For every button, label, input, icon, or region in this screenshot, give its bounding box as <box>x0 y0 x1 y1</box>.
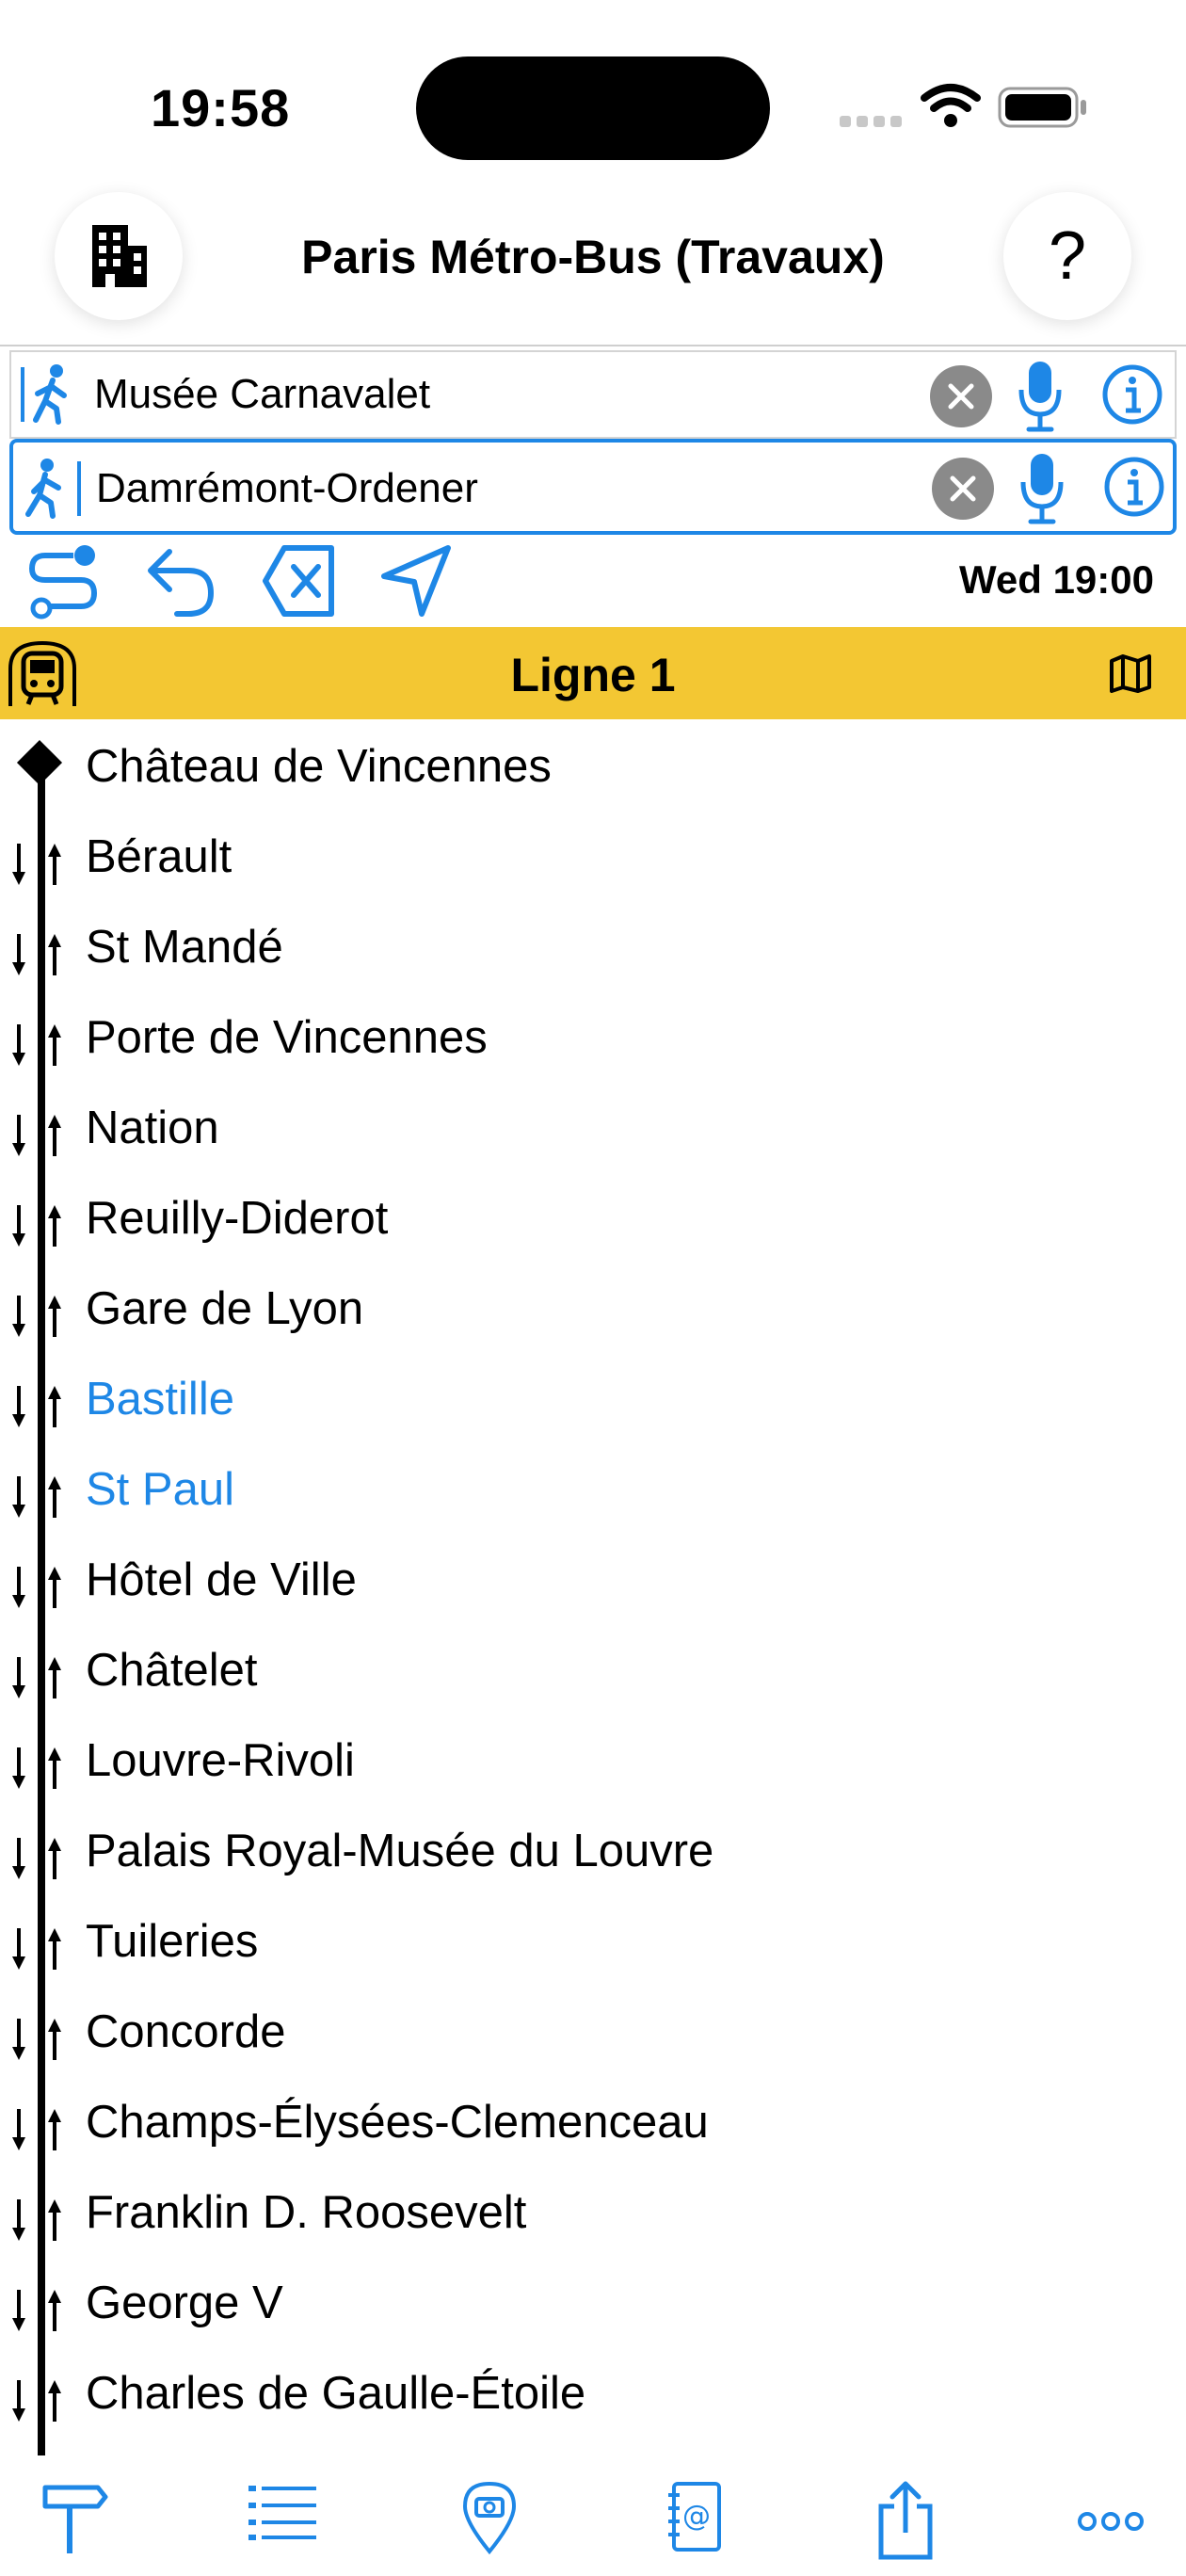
line-header: Ligne 1 <box>0 627 1186 719</box>
svg-text:@: @ <box>682 2500 711 2533</box>
dynamic-island <box>416 56 770 160</box>
stop-name: Franklin D. Roosevelt <box>86 2187 527 2238</box>
status-bar: 19:58 <box>0 0 1186 179</box>
origin-value: Musée Carnavalet <box>94 371 431 417</box>
departure-time[interactable]: Wed 19:00 <box>959 557 1154 603</box>
stop-name: Champs-Élysées-Clemenceau <box>86 2097 709 2148</box>
stop-item[interactable]: Nation <box>0 1085 1186 1175</box>
walking-icon <box>25 459 81 519</box>
help-button[interactable]: ? <box>1003 192 1131 320</box>
status-time: 19:58 <box>151 78 291 137</box>
stop-name: Reuilly-Diderot <box>86 1193 389 1244</box>
stop-name: St Mandé <box>86 922 283 973</box>
direction-arrows-icon <box>12 2290 61 2331</box>
clear-destination-button[interactable] <box>932 458 994 520</box>
direction-arrows-icon <box>12 1476 61 1518</box>
map-icon[interactable] <box>1109 653 1152 693</box>
stop-item[interactable]: St Mandé <box>0 904 1186 994</box>
clear-origin-button[interactable] <box>930 365 992 427</box>
direction-arrows-icon <box>12 1205 61 1247</box>
stop-name: Concorde <box>86 2006 286 2057</box>
stop-item[interactable]: Charles de Gaulle-Étoile <box>0 2350 1186 2440</box>
stop-name: Nation <box>86 1103 219 1153</box>
stop-item[interactable]: Franklin D. Roosevelt <box>0 2169 1186 2260</box>
direction-arrows-icon <box>12 1567 61 1608</box>
stop-name: Châtelet <box>86 1645 258 1696</box>
close-icon <box>950 475 976 502</box>
stop-item[interactable]: Champs-Élysées-Clemenceau <box>0 2079 1186 2169</box>
walking-icon <box>21 364 67 425</box>
stop-name: Porte de Vincennes <box>86 1012 488 1063</box>
stop-item[interactable]: Concorde <box>0 1988 1186 2079</box>
help-label: ? <box>1048 218 1087 294</box>
direction-arrows-icon <box>12 1386 61 1427</box>
wifi-icon <box>921 84 981 127</box>
direction-arrows-icon <box>12 2380 61 2422</box>
stop-name: George V <box>86 2278 283 2328</box>
stop-name: Bastille <box>86 1374 234 1425</box>
location-camera-icon[interactable] <box>461 2480 518 2555</box>
stop-name: St Paul <box>86 1464 234 1515</box>
battery-icon <box>998 87 1086 128</box>
origin-field[interactable]: Musée Carnavalet <box>9 350 1177 439</box>
stop-item[interactable]: St Paul <box>0 1446 1186 1537</box>
stop-item[interactable]: Château de Vincennes <box>0 723 1186 813</box>
direction-arrows-icon <box>12 1928 61 1970</box>
navigation-bar: Paris Métro-Bus (Travaux) ? <box>0 179 1186 346</box>
direction-arrows-icon <box>12 1838 61 1879</box>
stop-item[interactable]: Châtelet <box>0 1627 1186 1717</box>
stop-item[interactable]: Tuileries <box>0 1898 1186 1988</box>
microphone-icon[interactable] <box>1017 360 1064 433</box>
delete-icon[interactable] <box>262 542 337 620</box>
stop-item[interactable]: Louvre-Rivoli <box>0 1717 1186 1808</box>
direction-arrows-icon <box>12 1747 61 1789</box>
microphone-icon[interactable] <box>1018 452 1066 525</box>
info-icon[interactable] <box>1103 456 1165 518</box>
line-title: Ligne 1 <box>510 649 676 701</box>
stop-item[interactable]: Bérault <box>0 813 1186 904</box>
stop-item[interactable]: Bastille <box>0 1356 1186 1446</box>
direction-arrows-icon <box>12 1296 61 1337</box>
cellular-signal-icon <box>840 115 907 132</box>
direction-arrows-icon <box>12 844 61 885</box>
tab-bar: @ <box>0 2463 1186 2576</box>
location-arrow-icon[interactable] <box>378 542 454 620</box>
stop-item[interactable]: Hôtel de Ville <box>0 1537 1186 1627</box>
stop-name: Gare de Lyon <box>86 1283 364 1334</box>
stop-item[interactable]: Gare de Lyon <box>0 1265 1186 1356</box>
stop-item[interactable]: Palais Royal-Musée du Louvre <box>0 1808 1186 1898</box>
direction-arrows-icon <box>12 2109 61 2150</box>
destination-value: Damrémont-Ordener <box>96 465 478 511</box>
stop-item[interactable]: George V <box>0 2260 1186 2350</box>
direction-arrows-icon <box>12 2019 61 2060</box>
stop-name: Bérault <box>86 831 232 882</box>
undo-icon[interactable] <box>143 542 218 620</box>
stop-name: Palais Royal-Musée du Louvre <box>86 1826 714 1876</box>
stop-name: Louvre-Rivoli <box>86 1735 355 1786</box>
info-icon[interactable] <box>1101 363 1163 426</box>
list-icon[interactable] <box>247 2480 318 2540</box>
route-toolbar: Wed 19:00 <box>0 535 1186 625</box>
route-icon[interactable] <box>26 542 102 620</box>
stop-name: Charles de Gaulle-Étoile <box>86 2368 586 2419</box>
direction-arrows-icon <box>12 2199 61 2241</box>
more-icon[interactable] <box>1077 2510 1145 2533</box>
share-icon[interactable] <box>875 2480 936 2561</box>
address-book-icon[interactable]: @ <box>666 2480 723 2555</box>
direction-arrows-icon <box>12 1115 61 1156</box>
stop-item[interactable]: Porte de Vincennes <box>0 994 1186 1085</box>
stop-name: Tuileries <box>86 1916 259 1967</box>
stop-list: Château de Vincennes Bérault St Mandé Porte… <box>0 723 1186 2440</box>
destination-field[interactable]: Damrémont-Ordener <box>9 439 1177 535</box>
stop-name: Hôtel de Ville <box>86 1554 357 1605</box>
direction-arrows-icon <box>12 1024 61 1066</box>
stop-name: Château de Vincennes <box>86 741 552 792</box>
signpost-icon[interactable] <box>41 2480 109 2555</box>
stop-item[interactable]: Reuilly-Diderot <box>0 1175 1186 1265</box>
close-icon <box>948 383 974 410</box>
direction-arrows-icon <box>12 1657 61 1699</box>
direction-arrows-icon <box>12 934 61 975</box>
